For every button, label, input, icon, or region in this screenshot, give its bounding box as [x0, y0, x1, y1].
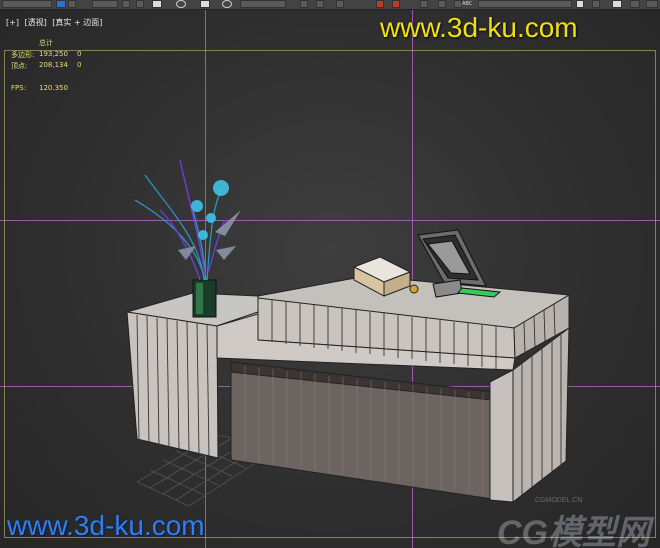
flower-vase-model — [134, 159, 241, 318]
layer-icon[interactable] — [454, 0, 462, 8]
angle-snap-icon[interactable] — [336, 0, 344, 8]
cgmodel-logo-small: CGMODEL.CN — [535, 497, 583, 504]
render-icon[interactable] — [646, 0, 658, 8]
max-viewport-app: ABC [+] [透视] [真实 + 边面] 总计 多边形: 193,250 0… — [0, 0, 660, 548]
cgmodel-logo: CGMODEL.CN CG模型网 — [497, 495, 657, 548]
pivot-icon[interactable] — [300, 0, 308, 8]
spinner-snap-icon[interactable] — [392, 0, 400, 8]
text-abc-icon[interactable]: ABC — [462, 0, 472, 8]
select-object-icon[interactable] — [152, 0, 162, 8]
named-selection-field[interactable] — [2, 0, 52, 8]
snap-icon[interactable] — [316, 0, 324, 8]
perspective-viewport[interactable]: [+] [透视] [真实 + 边面] 总计 多边形: 193,250 0 顶点:… — [0, 10, 660, 548]
scene-render[interactable] — [0, 10, 660, 548]
curve-editor-icon[interactable] — [576, 0, 584, 8]
align-icon[interactable] — [438, 0, 446, 8]
named-sets-field[interactable] — [478, 0, 572, 8]
select-move-icon[interactable] — [122, 0, 130, 8]
coordinate-icon[interactable] — [222, 0, 232, 8]
watermark-bottom: www.3d-ku.com — [7, 510, 205, 541]
selection-filter-dropdown[interactable] — [92, 0, 118, 8]
watermark-top: www.3d-ku.com — [380, 12, 578, 43]
percent-snap-icon[interactable] — [376, 0, 384, 8]
material-editor-icon[interactable] — [612, 0, 622, 8]
rotate-icon[interactable] — [176, 0, 186, 8]
cgmodel-logo-main: CG模型网 — [497, 514, 650, 548]
schematic-icon[interactable] — [592, 0, 600, 8]
select-region-icon[interactable] — [68, 0, 76, 8]
select-arrow-icon[interactable] — [56, 0, 66, 8]
render-setup-icon[interactable] — [630, 0, 640, 8]
select-scale-icon[interactable] — [136, 0, 144, 8]
mirror-icon[interactable] — [420, 0, 428, 8]
scale-icon[interactable] — [200, 0, 210, 8]
reference-coordinate-dropdown[interactable] — [240, 0, 286, 8]
main-toolbar: ABC — [0, 0, 660, 10]
